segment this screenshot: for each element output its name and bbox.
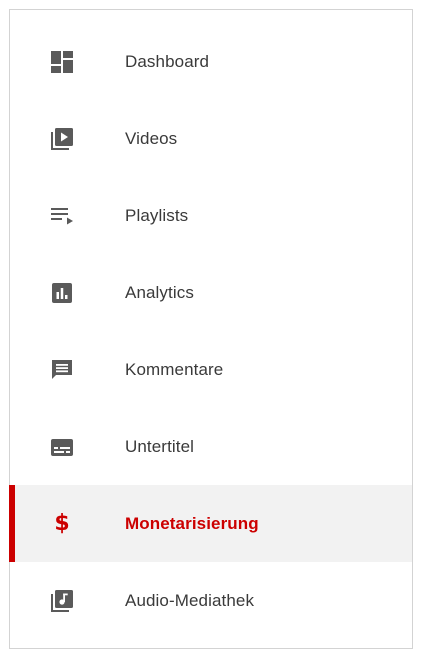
sidebar: Dashboard Videos Playlists Analytics Kom…	[9, 9, 413, 649]
sidebar-item-audio-library[interactable]: Audio-Mediathek	[10, 562, 412, 639]
sidebar-item-label: Dashboard	[125, 51, 210, 71]
sidebar-item-videos[interactable]: Videos	[10, 100, 412, 177]
sidebar-item-label: Monetarisierung	[125, 513, 259, 533]
sidebar-item-label: Kommentare	[125, 359, 224, 379]
video-library-icon	[50, 127, 74, 151]
subtitles-icon	[50, 435, 74, 459]
sidebar-item-label: Audio-Mediathek	[125, 590, 255, 610]
sidebar-item-label: Untertitel	[125, 436, 195, 456]
sidebar-nav-list: Dashboard Videos Playlists Analytics Kom…	[9, 23, 412, 639]
sidebar-item-playlists[interactable]: Playlists	[10, 177, 412, 254]
playlist-icon	[50, 204, 74, 228]
sidebar-item-dashboard[interactable]: Dashboard	[10, 23, 412, 100]
sidebar-item-label: Analytics	[125, 282, 194, 302]
sidebar-item-label: Playlists	[125, 205, 189, 225]
dashboard-icon	[50, 50, 74, 74]
comment-icon	[50, 358, 74, 382]
dollar-icon: $	[54, 510, 70, 536]
sidebar-item-monetization[interactable]: $ Monetarisierung	[9, 485, 412, 562]
sidebar-item-label: Videos	[125, 128, 178, 148]
sidebar-item-analytics[interactable]: Analytics	[10, 254, 412, 331]
sidebar-item-subtitles[interactable]: Untertitel	[10, 408, 412, 485]
analytics-icon	[50, 281, 74, 305]
audio-library-icon	[50, 589, 74, 613]
sidebar-item-comments[interactable]: Kommentare	[10, 331, 412, 408]
